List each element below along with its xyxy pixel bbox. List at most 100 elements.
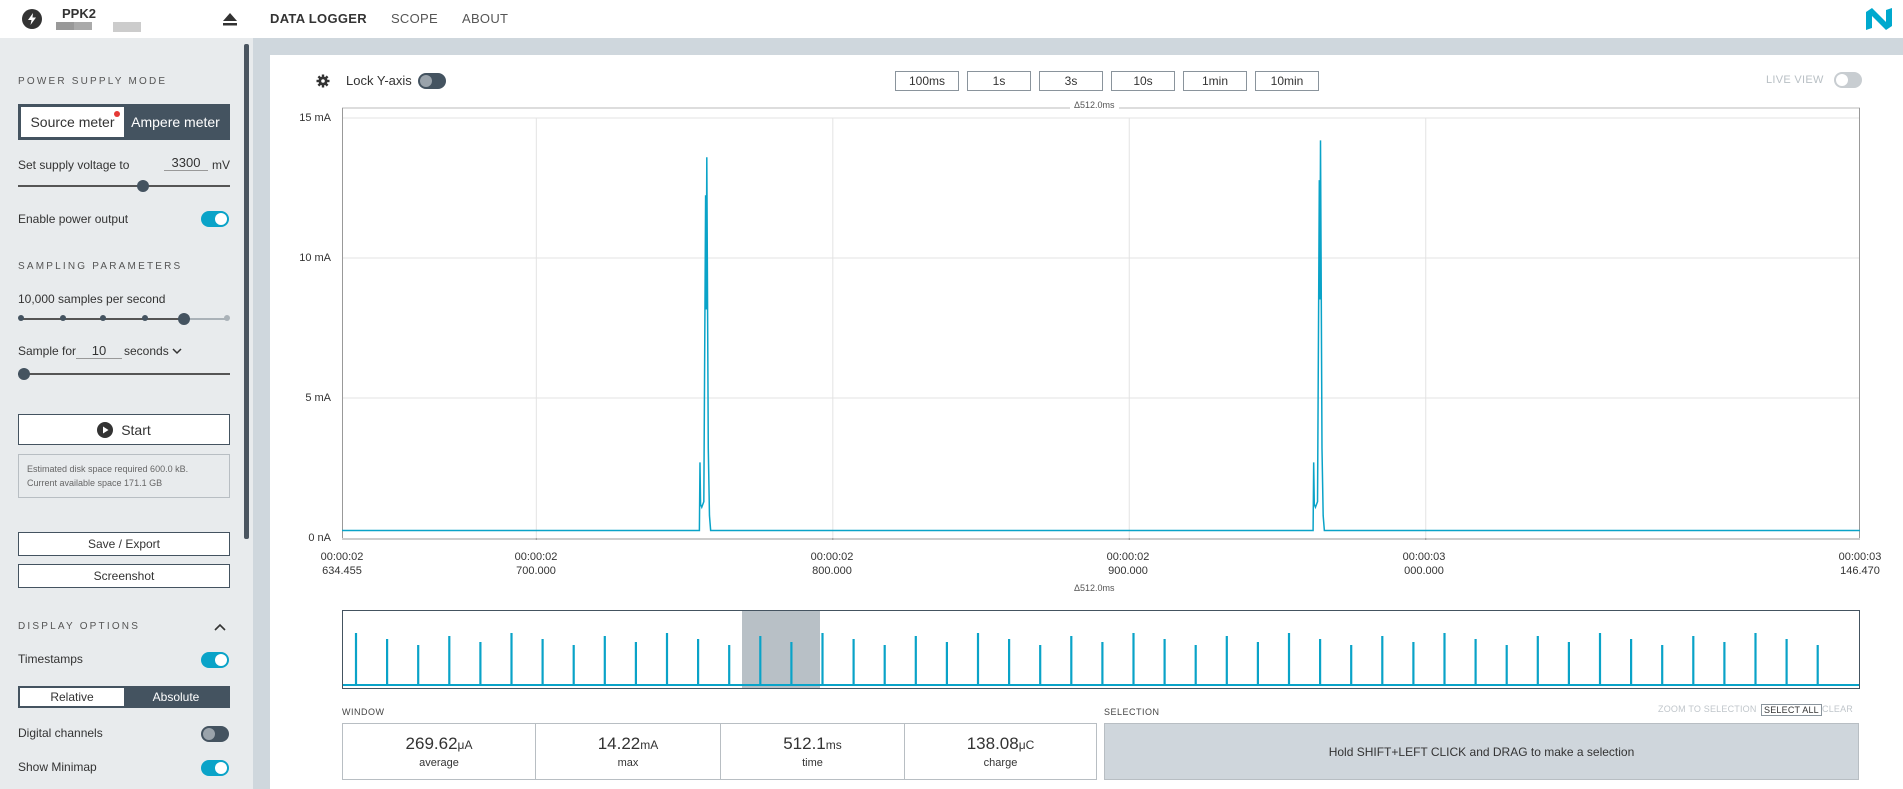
select-all-button[interactable]: SELECT ALL xyxy=(1761,704,1822,716)
samplerate-slider-handle[interactable] xyxy=(178,313,190,325)
power-output-toggle[interactable] xyxy=(201,211,229,227)
window-3s-button[interactable]: 3s xyxy=(1039,71,1103,91)
selection-hint-box[interactable]: Hold SHIFT+LEFT CLICK and DRAG to make a… xyxy=(1104,723,1859,780)
samplerate-slider-rest[interactable] xyxy=(184,318,228,320)
digital-channels-toggle[interactable] xyxy=(201,726,229,742)
disk-space-info: Estimated disk space required 600.0 kB. … xyxy=(18,454,230,498)
minimap[interactable] xyxy=(342,608,1860,690)
x-tick-time: 00:00:03 xyxy=(1838,551,1882,563)
samplerate-step[interactable] xyxy=(142,315,148,321)
x-tick-time: 00:00:02 xyxy=(810,551,854,563)
charge-unit: μC xyxy=(1018,738,1035,752)
top-bar: PPK2 DATA LOGGER SCOPE ABOUT xyxy=(0,0,1903,38)
voltage-slider-track[interactable] xyxy=(18,185,230,187)
window-stats-label: WINDOW xyxy=(342,707,385,717)
clear-button[interactable]: CLEAR xyxy=(1822,704,1853,714)
play-icon xyxy=(97,421,114,438)
series-line xyxy=(342,140,1860,532)
x-tick-time: 00:00:02 xyxy=(1106,551,1150,563)
tab-scope[interactable]: SCOPE xyxy=(391,11,438,26)
main-chart[interactable] xyxy=(342,100,1860,540)
sample-for-label: Sample for xyxy=(18,344,77,358)
lock-y-axis-toggle[interactable] xyxy=(418,73,446,89)
x-tick-ms: 700.000 xyxy=(516,565,556,577)
duration-slider-handle[interactable] xyxy=(18,368,30,380)
window-10s-button[interactable]: 10s xyxy=(1111,71,1175,91)
zoom-to-selection-button[interactable]: ZOOM TO SELECTION xyxy=(1658,704,1757,714)
supply-voltage-input[interactable]: 3300 xyxy=(164,155,208,171)
source-meter-option[interactable]: Source meter xyxy=(21,107,124,137)
tab-data-logger[interactable]: DATA LOGGER xyxy=(270,11,367,26)
x-tick-label: 00:00:02 800.000 xyxy=(792,550,872,578)
sample-duration-unit[interactable]: seconds xyxy=(124,344,169,358)
samplerate-step[interactable] xyxy=(18,315,24,321)
voltage-slider-handle[interactable] xyxy=(137,180,149,192)
timestamp-absolute-option[interactable]: Absolute xyxy=(124,688,228,706)
nordic-logo-icon xyxy=(1866,8,1892,30)
sidebar-scrollbar[interactable] xyxy=(244,44,249,539)
tab-about[interactable]: ABOUT xyxy=(462,11,508,26)
timestamp-relative-option[interactable]: Relative xyxy=(20,688,124,706)
x-tick-ms: 000.000 xyxy=(1404,565,1444,577)
power-supply-mode-title: POWER SUPPLY MODE xyxy=(18,76,168,87)
start-button[interactable]: Start xyxy=(18,414,230,445)
duration-slider-track[interactable] xyxy=(18,373,230,375)
device-serial-redacted xyxy=(56,22,92,30)
supply-voltage-unit: mV xyxy=(212,158,230,172)
charge-value: 138.08 xyxy=(966,734,1019,753)
sample-duration-input[interactable]: 10 xyxy=(76,343,122,359)
x-tick-ms: 634.455 xyxy=(322,565,362,577)
stat-max: 14.22mA max xyxy=(536,724,721,779)
device-name[interactable]: PPK2 xyxy=(62,6,96,21)
selection-label: SELECTION xyxy=(1104,707,1160,717)
sampling-parameters-title: SAMPLING PARAMETERS xyxy=(18,261,183,272)
x-tick-ms: 146.470 xyxy=(1840,565,1880,577)
samplerate-step[interactable] xyxy=(224,315,230,321)
samplerate-step[interactable] xyxy=(60,315,66,321)
window-1s-button[interactable]: 1s xyxy=(967,71,1031,91)
power-mode-toggle[interactable]: Source meter Ampere meter xyxy=(18,104,230,140)
minimap-window-highlight xyxy=(742,611,820,688)
x-tick-label: 00:00:03 146.470 xyxy=(1820,550,1900,578)
x-tick-ms: 900.000 xyxy=(1108,565,1148,577)
max-caption: max xyxy=(617,757,639,769)
show-minimap-label: Show Minimap xyxy=(18,760,97,774)
time-unit: ms xyxy=(825,738,842,752)
window-10min-button[interactable]: 10min xyxy=(1255,71,1319,91)
timestamps-label: Timestamps xyxy=(18,652,83,666)
gear-icon[interactable] xyxy=(316,74,330,88)
live-view-label: LIVE VIEW xyxy=(1766,74,1824,86)
average-unit: μA xyxy=(457,738,473,752)
max-value: 14.22 xyxy=(597,734,641,753)
stat-time: 512.1ms time xyxy=(721,724,905,779)
stat-charge: 138.08μC charge xyxy=(905,724,1096,779)
ampere-meter-option[interactable]: Ampere meter xyxy=(124,107,227,137)
time-caption: time xyxy=(802,757,823,769)
y-tick-label: 5 mA xyxy=(305,392,331,404)
source-meter-label: Source meter xyxy=(30,114,115,130)
start-label: Start xyxy=(121,421,151,438)
chevron-down-icon[interactable] xyxy=(172,347,182,355)
live-view-toggle[interactable] xyxy=(1834,72,1862,88)
window-100ms-button[interactable]: 100ms xyxy=(895,71,959,91)
screenshot-button[interactable]: Screenshot xyxy=(18,564,230,588)
timestamps-toggle[interactable] xyxy=(201,652,229,668)
x-tick-ms: 800.000 xyxy=(812,565,852,577)
window-1min-button[interactable]: 1min xyxy=(1183,71,1247,91)
charge-caption: charge xyxy=(983,757,1018,769)
ampere-meter-label: Ampere meter xyxy=(131,114,220,130)
save-export-button[interactable]: Save / Export xyxy=(18,532,230,556)
x-tick-label: 00:00:02 634.455 xyxy=(302,550,382,578)
eject-icon[interactable] xyxy=(222,12,238,26)
lightning-icon[interactable] xyxy=(22,9,42,29)
display-options-title: DISPLAY OPTIONS xyxy=(18,621,141,632)
digital-channels-label: Digital channels xyxy=(18,726,103,740)
chevron-up-icon[interactable] xyxy=(214,622,226,632)
timestamp-mode-toggle[interactable]: Relative Absolute xyxy=(18,686,230,708)
window-stats: 269.62μA average 14.22mA max 512.1ms tim… xyxy=(342,723,1097,780)
y-tick-label: 10 mA xyxy=(299,252,331,264)
minimap-delta-label: Δ512.0ms xyxy=(1070,583,1119,593)
disk-space-required: Estimated disk space required 600.0 kB. xyxy=(27,464,189,474)
show-minimap-toggle[interactable] xyxy=(201,760,229,776)
samplerate-step[interactable] xyxy=(100,315,106,321)
